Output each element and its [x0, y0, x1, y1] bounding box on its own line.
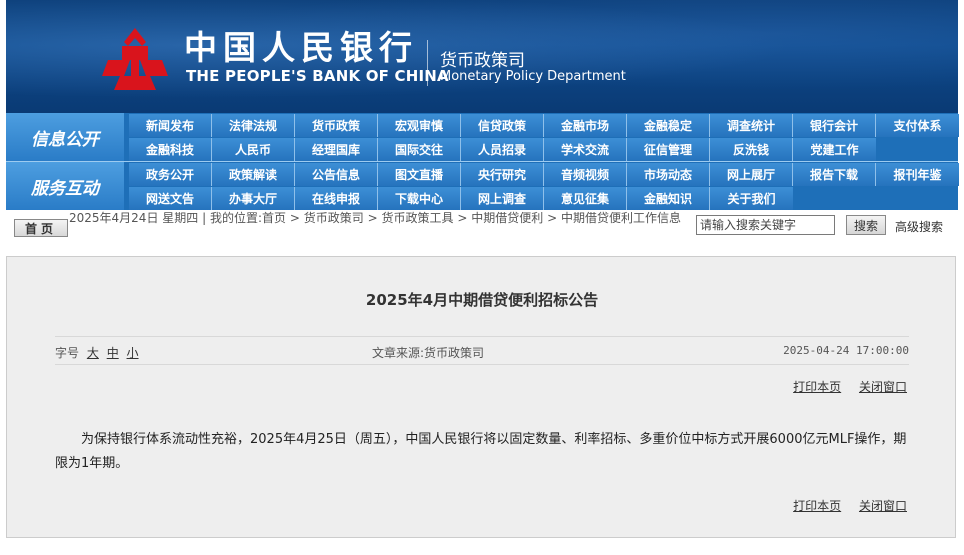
nav-item-info-r1-0[interactable]: 新闻发布 — [129, 114, 212, 137]
nav-item-service-r1-4[interactable]: 央行研究 — [461, 163, 544, 186]
banner-divider — [427, 40, 428, 86]
font-size-small-link[interactable]: 小 — [127, 346, 139, 360]
nav-item-service-r2-3[interactable]: 下载中心 — [378, 187, 461, 210]
nav-item-info-r1-4[interactable]: 信贷政策 — [461, 114, 544, 137]
home-button[interactable]: 首页 — [14, 219, 68, 237]
nav-item-service-r1-6[interactable]: 市场动态 — [627, 163, 710, 186]
breadcrumb-bar: 首页 2025年4月24日 星期四 | 我的位置:首页 > 货币政策司 > 货币… — [6, 210, 958, 240]
nav-item-info-r1-1[interactable]: 法律法规 — [212, 114, 295, 137]
nav-item-service-r1-0[interactable]: 政务公开 — [129, 163, 212, 186]
chevron-right-icon: > — [367, 211, 378, 225]
nav-item-info-r1-2[interactable]: 货币政策 — [295, 114, 378, 137]
publish-date: 2025-04-24 17:00:00 — [783, 344, 909, 357]
font-size-medium-link[interactable]: 中 — [107, 346, 119, 360]
article-body: 为保持银行体系流动性充裕，2025年4月25日（周五），中国人民银行将以固定数量… — [55, 432, 907, 471]
search-button[interactable]: 搜索 — [846, 215, 886, 235]
nav-item-service-r1-8[interactable]: 报告下载 — [793, 163, 876, 186]
divider — [55, 336, 909, 337]
nav-item-info-r2-4[interactable]: 人员招录 — [461, 138, 544, 161]
breadcrumb-home[interactable]: 首页 — [262, 211, 286, 225]
nav-service-section: 服务互动 政务公开 政策解读 公告信息 图文直播 央行研究 音频视频 市场动态 网上展厅 报告下… — [6, 162, 959, 210]
nav-item-service-r2-1[interactable]: 办事大厅 — [212, 187, 295, 210]
nav-item-service-r1-3[interactable]: 图文直播 — [378, 163, 461, 186]
divider — [55, 364, 909, 365]
nav-item-service-r1-5[interactable]: 音频视频 — [544, 163, 627, 186]
article-title: 2025年4月中期借贷便利招标公告 — [365, 291, 599, 309]
nav-service-row-2: 网送文告 办事大厅 在线申报 下载中心 网上调查 意见征集 金融知识 关于我们 — [129, 187, 793, 210]
chevron-right-icon: > — [289, 211, 300, 225]
nav-item-service-r2-0[interactable]: 网送文告 — [129, 187, 212, 210]
article-meta: 字号 大 中 小 文章来源:货币政策司 2025-04-24 17:00:00 — [55, 344, 909, 360]
print-page-link[interactable]: 打印本页 — [793, 499, 841, 513]
nav-item-service-r2-7[interactable]: 关于我们 — [710, 187, 793, 210]
bank-name-en: THE PEOPLE'S BANK OF CHINA — [186, 67, 449, 85]
nav-item-service-r1-9[interactable]: 报刊年鉴 — [876, 163, 959, 186]
chevron-right-icon: > — [547, 211, 558, 225]
nav-item-info-r2-8[interactable]: 党建工作 — [793, 138, 876, 161]
nav-label-service: 服务互动 — [6, 162, 124, 210]
nav-item-info-r1-7[interactable]: 调查统计 — [710, 114, 793, 137]
article-tools-top: 打印本页 关闭窗口 — [779, 378, 907, 395]
nav-item-service-r1-1[interactable]: 政策解读 — [212, 163, 295, 186]
nav-item-info-r2-2[interactable]: 经理国库 — [295, 138, 378, 161]
nav-item-info-r1-6[interactable]: 金融稳定 — [627, 114, 710, 137]
nav-item-info-r2-6[interactable]: 征信管理 — [627, 138, 710, 161]
article-tools-bottom: 打印本页 关闭窗口 — [779, 497, 907, 514]
nav-item-info-r1-3[interactable]: 宏观审慎 — [378, 114, 461, 137]
nav-item-service-r2-5[interactable]: 意见征集 — [544, 187, 627, 210]
nav-item-info-r2-0[interactable]: 金融科技 — [129, 138, 212, 161]
breadcrumb-policy-tools[interactable]: 货币政策工具 — [382, 211, 454, 225]
main-navigation: 信息公开 新闻发布 法律法规 货币政策 宏观审慎 信贷政策 金融市场 金融稳定 调查统计 银行会… — [6, 113, 959, 210]
font-size-label: 字号 — [55, 346, 80, 360]
breadcrumb-prefix: 我的位置: — [210, 211, 263, 225]
nav-label-info: 信息公开 — [6, 113, 124, 161]
print-page-link[interactable]: 打印本页 — [793, 380, 841, 394]
nav-item-info-r2-3[interactable]: 国际交往 — [378, 138, 461, 161]
current-date: 2025年4月24日 — [69, 211, 159, 225]
nav-service-row-1: 政务公开 政策解读 公告信息 图文直播 央行研究 音频视频 市场动态 网上展厅 报告下载 报刊年鉴 — [129, 163, 959, 186]
department-name-cn: 货币政策司 — [440, 51, 525, 71]
nav-item-info-r1-9[interactable]: 支付体系 — [876, 114, 959, 137]
nav-item-service-r2-2[interactable]: 在线申报 — [295, 187, 378, 210]
nav-info-section: 信息公开 新闻发布 法律法规 货币政策 宏观审慎 信贷政策 金融市场 金融稳定 调查统计 银行会… — [6, 113, 959, 161]
close-window-link[interactable]: 关闭窗口 — [859, 380, 907, 394]
nav-item-info-r2-7[interactable]: 反洗钱 — [710, 138, 793, 161]
nav-item-service-r1-2[interactable]: 公告信息 — [295, 163, 378, 186]
font-size-large-link[interactable]: 大 — [87, 346, 99, 360]
breadcrumb-mlf-work-info[interactable]: 中期借贷便利工作信息 — [561, 211, 681, 225]
nav-info-row-1: 新闻发布 法律法规 货币政策 宏观审慎 信贷政策 金融市场 金融稳定 调查统计 银行会计 支付体系 — [129, 114, 959, 137]
nav-item-service-r1-7[interactable]: 网上展厅 — [710, 163, 793, 186]
nav-item-service-r2-6[interactable]: 金融知识 — [627, 187, 710, 210]
nav-item-info-r2-1[interactable]: 人民币 — [212, 138, 295, 161]
breadcrumb: 2025年4月24日 星期四 | 我的位置:首页 > 货币政策司 > 货币政策工… — [69, 211, 699, 225]
breadcrumb-monetary-policy-dept[interactable]: 货币政策司 — [304, 211, 364, 225]
nav-item-info-r1-5[interactable]: 金融市场 — [544, 114, 627, 137]
nav-item-info-r1-8[interactable]: 银行会计 — [793, 114, 876, 137]
nav-info-row-2: 金融科技 人民币 经理国库 国际交往 人员招录 学术交流 征信管理 反洗钱 党建工作 — [129, 138, 876, 161]
site-banner: 中国人民银行 THE PEOPLE'S BANK OF CHINA 货币政策司 … — [6, 0, 958, 113]
breadcrumb-mlf[interactable]: 中期借贷便利 — [471, 211, 543, 225]
department-name-en: Monetary Policy Department — [440, 69, 626, 84]
chevron-right-icon: > — [457, 211, 468, 225]
breadcrumb-separator: | — [202, 211, 207, 225]
current-weekday: 星期四 — [162, 211, 199, 225]
nav-item-service-r2-4[interactable]: 网上调查 — [461, 187, 544, 210]
search-input[interactable] — [696, 215, 835, 235]
pboc-logo-icon[interactable] — [98, 24, 172, 94]
article-panel: 2025年4月中期借贷便利招标公告 字号 大 中 小 文章来源:货币政策司 20… — [6, 256, 956, 538]
close-window-link[interactable]: 关闭窗口 — [859, 499, 907, 513]
article-source: 文章来源:货币政策司 — [372, 346, 485, 360]
font-size-controls: 字号 大 中 小 — [55, 344, 139, 361]
bank-name-cn: 中国人民银行 — [184, 28, 418, 67]
advanced-search-link[interactable]: 高级搜索 — [895, 218, 943, 235]
nav-item-info-r2-5[interactable]: 学术交流 — [544, 138, 627, 161]
